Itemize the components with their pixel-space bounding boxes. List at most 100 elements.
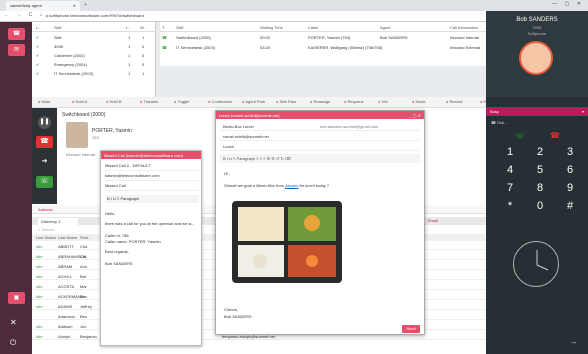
skill-name: Emergency (2004) (54, 62, 87, 67)
restaurant-link[interactable]: Akaoko (285, 183, 298, 188)
window-controls[interactable]: — ▢ ✕ (552, 1, 584, 7)
toolbar-button[interactable]: ● Requeue (344, 99, 364, 104)
table-row[interactable]: ✔ 3098 1 0 (32, 43, 156, 51)
col-header[interactable]: Line Status (36, 235, 56, 240)
tab-email[interactable]: Email (428, 218, 438, 223)
col-header[interactable]: First... (80, 235, 91, 240)
power-icon[interactable]: ⏻ (10, 338, 16, 348)
keypad-key[interactable]: 4 (500, 164, 520, 176)
subject-field[interactable]: Missed Call (105, 183, 199, 191)
col-header[interactable]: Last Name (58, 235, 77, 240)
table-row[interactable]: ✔ Emergency (2004) 1 0 (32, 61, 156, 69)
toolbar-label: Agent Park (245, 99, 266, 104)
toolbar-label: Mute (41, 99, 51, 104)
col-header[interactable]: L.. (126, 25, 130, 30)
col-header[interactable]: T.. (162, 25, 166, 30)
transfer-icon[interactable]: ➔ (36, 156, 53, 168)
body-text: Should we grab a Bento-Box from Akaoko f… (224, 183, 329, 188)
toolbar-button[interactable]: ● Agent Park (242, 99, 265, 104)
dialog-controls[interactable]: _ ▢ ✕ (409, 113, 421, 118)
keypad-key[interactable]: # (560, 200, 580, 212)
headset-icon[interactable]: ☎ (8, 28, 25, 40)
keypad-key[interactable]: 2 (530, 146, 550, 158)
keypad-key[interactable]: 1 (500, 146, 520, 158)
subject-value: Lunch (223, 144, 234, 149)
check-icon: ✔ (36, 62, 40, 67)
style-select[interactable]: Paragraph (120, 196, 139, 201)
line-status: Idle (36, 264, 43, 269)
keypad-key[interactable]: * (500, 200, 520, 212)
keypad-key[interactable]: 9 (560, 182, 580, 194)
chevron-down-icon: ▾ (581, 109, 584, 114)
line-status: Idle (36, 334, 43, 339)
dialog-title[interactable]: Missed Call (kasmin@telecomsoftware.com) (101, 151, 201, 159)
skill-name: Switchboard (2000) (176, 35, 211, 40)
pause-icon[interactable]: ❚❚ (38, 116, 51, 129)
col-header[interactable]: W.. (140, 25, 146, 30)
subject-field[interactable]: Lunch (220, 142, 420, 151)
from-field[interactable]: Bento-Box Lunch bob.sanders.summit@gmail… (220, 122, 420, 131)
dialog-title[interactable]: Lunch (rachel.schild@summit.net) _ ▢ ✕ (216, 111, 424, 119)
mail-icon[interactable]: ✉ (8, 44, 25, 56)
col-header[interactable]: L.. (36, 25, 40, 30)
call-icon[interactable]: ☏ (511, 131, 529, 141)
to-field[interactable]: kasmin@telecomsoftware.com (105, 173, 199, 181)
arrow-right-icon[interactable]: → (570, 339, 577, 346)
toolbar-button[interactable]: ● Transfer (140, 99, 158, 104)
toolbar-button[interactable]: ● Record (446, 99, 462, 104)
editor-toolbar[interactable]: B I U ≡ Paragraph (105, 195, 199, 203)
check-icon: ✔ (36, 44, 40, 49)
col-header[interactable]: Call Information (450, 25, 478, 30)
from-field[interactable]: Missed Call 0 - DEFAULT (105, 163, 199, 171)
browser-tab[interactable]: salesinfinity agent ✕ (6, 1, 80, 11)
browser-nav-icons[interactable]: ← → C ⌂ (4, 12, 46, 18)
send-button[interactable]: Send (402, 325, 420, 333)
tab-close-icon[interactable]: ✕ (73, 3, 76, 8)
toolbar-button[interactable]: ● VM (378, 99, 388, 104)
from-address: bob.sanders.summit@gmail.com (320, 124, 379, 129)
toolbar-button[interactable]: ● Conference (208, 99, 232, 104)
toolbar-button[interactable]: ● Monit. (412, 99, 426, 104)
hangup-icon[interactable]: ☎ (36, 136, 53, 148)
chat-icon[interactable]: ▣ (8, 292, 25, 304)
table-row[interactable]: ✔ Skill 1 1 (32, 34, 156, 42)
table-row[interactable]: ✔ IT Servicedesk (2003) 1 1 (32, 70, 156, 78)
tab-directory-1[interactable]: Directory 1 (38, 218, 78, 225)
keypad-key[interactable]: 8 (530, 182, 550, 194)
first-name: Benjamin (80, 334, 97, 339)
avatar[interactable] (519, 41, 553, 75)
phone-icon: ☎ (162, 45, 167, 50)
keypad-key[interactable]: 7 (500, 182, 520, 194)
keypad-key[interactable]: 5 (530, 164, 550, 176)
tools-icon[interactable]: ✕ (10, 318, 17, 327)
hangup-icon[interactable]: ☎ (546, 131, 564, 141)
forward-call-icon[interactable]: ☏ (36, 176, 53, 188)
url-field[interactable]: p.softhphone.telecomsoftware.com:9997/#/… (46, 13, 506, 20)
col-header[interactable]: Waiting Time (260, 25, 283, 30)
last-name: ACOSTA (58, 284, 75, 289)
closing: Cheers, (224, 307, 239, 312)
dial-input[interactable]: ☎ Dial... (491, 120, 507, 125)
clock-widget (513, 241, 559, 287)
col-header[interactable]: Agent (380, 25, 390, 30)
new-tab-icon[interactable]: + (84, 2, 87, 8)
toolbar-button[interactable]: ● Hold B (106, 99, 122, 104)
to-field[interactable]: rachel.schild@summit.net (220, 132, 420, 141)
style-select[interactable]: Paragraph (236, 156, 255, 161)
toolbar-button[interactable]: ● Toggle (174, 99, 189, 104)
table-row[interactable]: ✔ Callcenter (2002) 1 0 (32, 52, 156, 60)
col-header[interactable]: Caller (308, 25, 318, 30)
toolbar-button[interactable]: ● Mute (38, 99, 50, 104)
status-select[interactable]: Busy ▾ (486, 107, 588, 116)
keypad-key[interactable]: 3 (560, 146, 580, 158)
col-header[interactable]: Skill (54, 25, 61, 30)
keypad-key[interactable]: 6 (560, 164, 580, 176)
col-header[interactable]: Skill (176, 25, 183, 30)
editor-toolbar[interactable]: B I U ≡ Paragraph ≡ ≡ ≡ ☰ ☰ ↺ ↻ ⌫ (220, 154, 420, 163)
dial-placeholder: Dial... (497, 120, 508, 125)
toolbar-button[interactable]: ● Hold A (72, 99, 87, 104)
toolbar-button[interactable]: ● Skill Park (276, 99, 296, 104)
toolbar-button[interactable]: ● Reassign (310, 99, 330, 104)
keypad-key[interactable]: 0 (530, 200, 550, 212)
body-text: there was a call for you at the operator… (105, 221, 195, 226)
